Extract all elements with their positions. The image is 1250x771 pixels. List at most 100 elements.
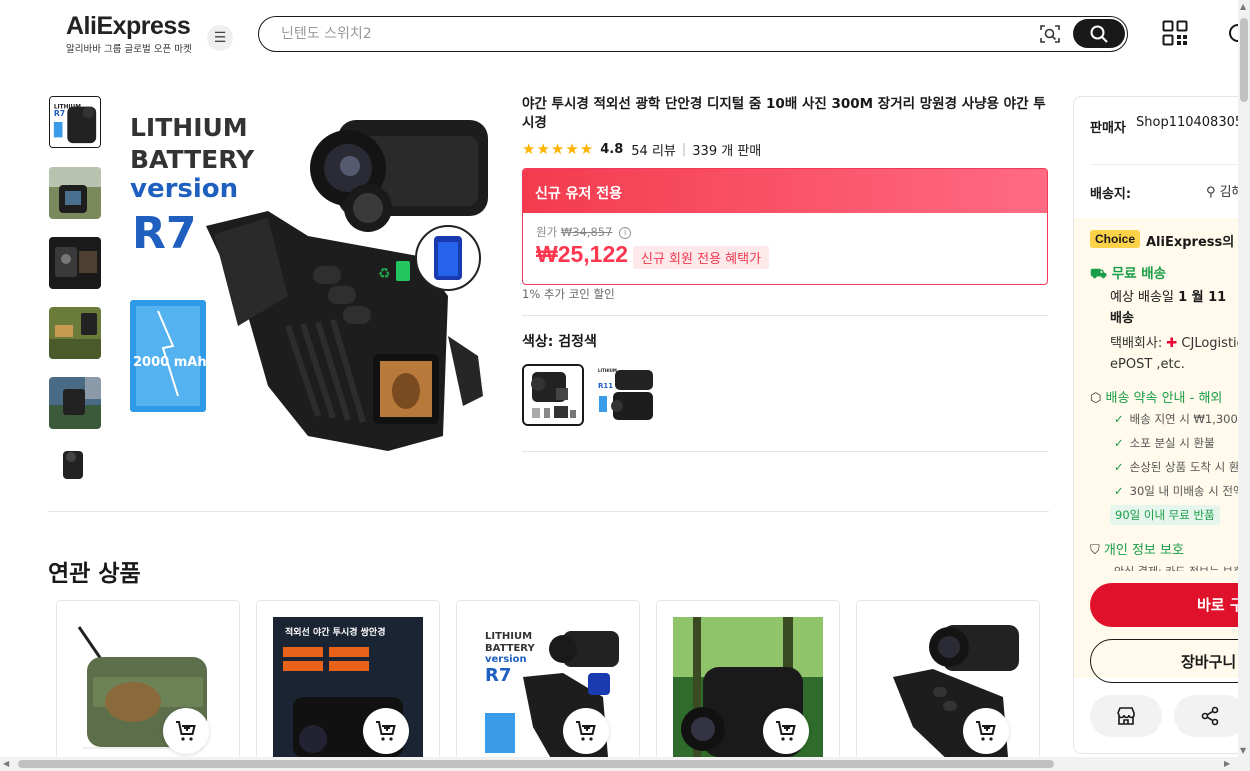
svg-text:LITHIUM: LITHIUM xyxy=(598,368,617,373)
store-button[interactable] xyxy=(1090,695,1162,737)
original-price-label: 원가 xyxy=(536,225,558,239)
add-to-cart-button[interactable] xyxy=(763,708,809,754)
price-badge: 신규 회원 전용 혜택가 xyxy=(633,246,770,269)
sale-price: ₩25,122 xyxy=(536,241,629,267)
divider xyxy=(48,511,1049,512)
sold-count: 339 개 판매 xyxy=(692,143,762,159)
purchase-panel: 판매자 Shop1104083052 배송지: ⚲ 김해 Choice AliE… xyxy=(1073,96,1250,754)
coin-discount-note: 1% 추가 코인 할인 xyxy=(522,287,615,301)
image-search-icon[interactable] xyxy=(1039,23,1061,45)
search-input[interactable] xyxy=(281,23,1021,45)
add-to-cart-button[interactable] xyxy=(563,708,609,754)
add-to-cart-button[interactable] xyxy=(163,708,209,754)
share-icon xyxy=(1201,706,1219,726)
promise-list: ✓배송 지연 시 ₩1,300 크레딧 ✓소포 분실 시 환불 ✓손상된 상품 … xyxy=(1114,411,1250,507)
product-title: 야간 투시경 적외선 광학 단안경 디지털 줌 10배 사진 300M 장거리 … xyxy=(522,96,1046,131)
privacy-note: 안심 결제: 카드 정보는 보호됩니다 xyxy=(1114,563,1249,571)
image-text-model: R7 xyxy=(132,208,197,259)
card-image-text-version: version xyxy=(485,654,527,665)
thumbnail-5[interactable] xyxy=(49,377,101,429)
list-item: ✓배송 지연 시 ₩1,300 크레딧 xyxy=(1114,412,1249,426)
shield-box-icon: ⬡ xyxy=(1090,391,1106,406)
rating-value: 4.8 xyxy=(600,141,624,157)
store-icon xyxy=(1117,707,1135,725)
buy-now-button[interactable]: 바로 구매 xyxy=(1090,583,1249,627)
image-text-battery: BATTERY xyxy=(130,145,255,174)
cart-plus-icon xyxy=(176,721,196,741)
divider xyxy=(522,451,1048,452)
related-card-3[interactable]: LITHIUM BATTERY version R7 xyxy=(456,600,640,770)
image-text-lithium: LITHIUM xyxy=(130,113,248,142)
divider xyxy=(1090,164,1249,165)
list-item: ✓ 소포 분실 시 환불 xyxy=(1114,436,1215,450)
star-rating-icon: ★★★★★ xyxy=(522,140,595,158)
seller-name[interactable]: Shop1104083052 xyxy=(1136,115,1249,130)
original-price-row: 원가 ₩34,857 i xyxy=(536,224,632,240)
related-card-5[interactable] xyxy=(856,600,1040,770)
divider xyxy=(522,315,1048,316)
add-to-cart-button[interactable]: 장바구니 담기 xyxy=(1090,639,1249,683)
choice-promise-title: AliExpress의 약속 xyxy=(1146,235,1249,250)
scroll-left-icon[interactable]: ◀ xyxy=(3,759,9,768)
color-swatch-r11[interactable]: LITHIUM R11 xyxy=(595,364,657,426)
share-button[interactable] xyxy=(1174,695,1246,737)
card-image-text: 적외선 야간 투시경 쌍안경 xyxy=(285,626,385,638)
scroll-right-icon[interactable]: ▶ xyxy=(1224,759,1230,768)
qr-code-icon[interactable] xyxy=(1162,20,1188,46)
main-product-image[interactable]: LITHIUM BATTERY version R7 2000 mAh ♻ xyxy=(118,96,496,481)
privacy-protection[interactable]: ⛉ 개인 정보 보호 xyxy=(1090,539,1184,558)
list-item: ✓ 손상된 상품 도착 시 환불 xyxy=(1114,460,1250,474)
related-card-4[interactable] xyxy=(656,600,840,770)
cart-plus-icon xyxy=(976,721,996,741)
search-bar xyxy=(258,16,1128,52)
ship-to-label: 배송지: xyxy=(1090,187,1132,202)
scrollbar-thumb[interactable] xyxy=(18,760,1054,768)
list-item: ✓30일 내 미배송 시 전액 환불 xyxy=(1114,484,1249,498)
horizontal-scrollbar[interactable]: ◀ ▶ xyxy=(0,757,1238,771)
price-box: 신규 유저 전용 원가 ₩34,857 i ₩25,122 신규 회원 전용 혜… xyxy=(522,168,1048,285)
cart-plus-icon xyxy=(576,721,596,741)
card-image-text-model: R7 xyxy=(485,665,511,686)
related-products-title: 연관 상품 xyxy=(48,561,141,587)
rating-row[interactable]: ★★★★★ 4.8 54 리뷰 | 339 개 판매 xyxy=(522,140,762,159)
svg-text:R11: R11 xyxy=(598,382,613,390)
seller-label: 판매자 xyxy=(1090,121,1126,136)
thumbnail-3[interactable] xyxy=(49,237,101,289)
thumbnail-1[interactable]: LITHIUM R7 xyxy=(49,96,101,148)
delivery-promise[interactable]: ⬡ 배송 약속 안내 - 해외 xyxy=(1090,387,1222,406)
card-image-text-lithium: LITHIUM xyxy=(485,631,532,642)
new-user-banner: 신규 유저 전용 xyxy=(523,169,1047,213)
color-swatch-black[interactable] xyxy=(522,364,584,426)
logo-tagline: 알리바바 그룹 글로벌 오픈 마켓 xyxy=(66,44,192,55)
related-card-2[interactable]: 적외선 야간 투시경 쌍안경 xyxy=(256,600,440,770)
svg-text:R7: R7 xyxy=(54,109,65,118)
scroll-up-icon[interactable]: ▲ xyxy=(1240,2,1246,11)
shield-check-icon: ⛉ xyxy=(1090,543,1104,558)
delivery-estimate: 예상 배송일 1 월 11 배송 xyxy=(1110,290,1227,326)
aliexpress-logo[interactable]: AliExpress xyxy=(66,12,191,41)
vertical-scrollbar[interactable]: ▲ ▼ xyxy=(1238,0,1250,771)
thumbnail-6[interactable] xyxy=(49,447,101,479)
free-shipping: ⛟ 무료 배송 xyxy=(1090,266,1167,282)
search-button[interactable] xyxy=(1073,19,1125,48)
cart-plus-icon xyxy=(376,721,396,741)
scroll-down-icon[interactable]: ▼ xyxy=(1240,746,1246,755)
svg-text:♻: ♻ xyxy=(378,266,391,282)
review-count[interactable]: 54 리뷰 xyxy=(631,140,676,159)
info-icon[interactable]: i xyxy=(619,226,632,239)
original-price: ₩34,857 xyxy=(560,225,613,239)
add-to-cart-button[interactable] xyxy=(963,708,1009,754)
related-card-1[interactable] xyxy=(56,600,240,770)
thumbnail-2[interactable] xyxy=(49,167,101,219)
divider: | xyxy=(681,141,687,157)
scrollbar-thumb[interactable] xyxy=(1240,18,1248,102)
image-text-battery-capacity: 2000 mAh xyxy=(133,355,207,370)
free-return-badge: 90일 이내 무료 반품 xyxy=(1110,505,1220,525)
add-to-cart-button[interactable] xyxy=(363,708,409,754)
card-image-text-battery: BATTERY xyxy=(485,643,535,654)
color-label: 색상: 검정색 xyxy=(522,334,597,350)
menu-icon[interactable]: ☰ xyxy=(207,25,233,51)
location-pin-icon: ⚲ xyxy=(1206,185,1220,200)
truck-icon: ⛟ xyxy=(1090,266,1112,282)
thumbnail-4[interactable] xyxy=(49,307,101,359)
